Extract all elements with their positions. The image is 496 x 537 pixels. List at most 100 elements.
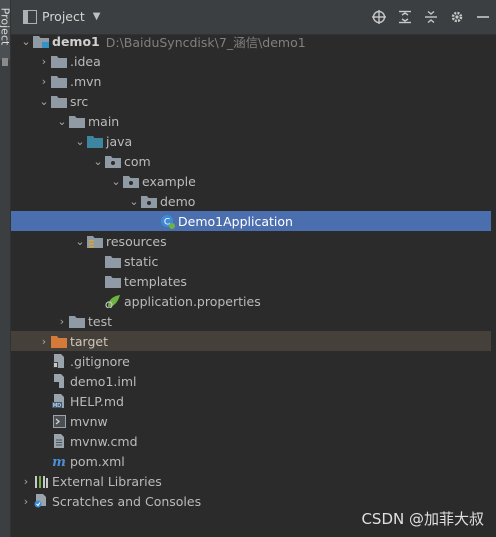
tree-item-label: pom.xml [70, 453, 125, 469]
chevron-down-icon[interactable]: ⌄ [127, 195, 141, 208]
tree-item-src[interactable]: ⌄ src [11, 91, 491, 111]
tree-item-label: demo1 [52, 33, 100, 49]
tree-item-label: main [88, 113, 120, 129]
chevron-right-icon[interactable]: › [37, 55, 51, 68]
spring-boot-class-icon: C [159, 214, 175, 229]
chevron-right-icon[interactable]: › [19, 495, 33, 508]
package-icon [105, 154, 121, 168]
project-panel-title: Project [42, 9, 85, 24]
tree-item-label: target [70, 333, 109, 349]
chevron-down-icon[interactable]: ⌄ [73, 235, 87, 248]
tree-item-label: example [142, 173, 196, 189]
watermark: CSDN @加菲大叔 [361, 510, 484, 528]
tree-item-application-properties[interactable]: application.properties [11, 291, 491, 311]
tree-item-demo1application[interactable]: C Demo1Application [11, 211, 491, 231]
scratches-icon [33, 494, 49, 508]
tree-item-target[interactable]: › target [11, 331, 491, 351]
folder-icon [51, 94, 67, 108]
tree-item-static[interactable]: static [11, 251, 491, 271]
tree-item-example[interactable]: ⌄ example [11, 171, 491, 191]
chevron-down-icon[interactable]: ⌄ [73, 135, 87, 148]
svg-text:MD: MD [53, 403, 61, 408]
tree-item-label: static [124, 253, 159, 269]
chevron-right-icon[interactable]: › [37, 335, 51, 348]
shell-script-icon [51, 414, 67, 428]
project-tool-tab[interactable]: Project [0, 0, 12, 60]
tree-item-label: Demo1Application [178, 213, 293, 229]
tree-item-demo[interactable]: ⌄ demo [11, 191, 491, 211]
project-view-selector[interactable]: Project ▼ [23, 9, 100, 24]
folder-icon [51, 54, 67, 68]
folder-icon [51, 74, 67, 88]
tree-item-demo1[interactable]: ⌄ demo1 D:\BaiduSyncdisk\7_涵信\demo1 [11, 31, 491, 51]
excluded-folder-icon [51, 334, 67, 348]
chevron-right-icon[interactable]: › [55, 315, 69, 328]
strip-marker [2, 58, 8, 66]
tree-item-java[interactable]: ⌄ java [11, 131, 491, 151]
resources-folder-icon [87, 234, 103, 248]
tree-item-label: templates [124, 273, 187, 289]
text-file-icon [51, 434, 67, 448]
tree-item-main[interactable]: ⌄ main [11, 111, 491, 131]
package-icon [123, 174, 139, 188]
module-folder-icon [33, 34, 49, 48]
hide-icon[interactable] [470, 8, 496, 26]
tree-item-label: HELP.md [70, 393, 124, 409]
folder-icon [105, 274, 121, 288]
chevron-down-icon[interactable]: ⌄ [91, 155, 105, 168]
folder-icon [69, 114, 85, 128]
tree-item-label: mvnw.cmd [70, 433, 138, 449]
header-toolbar [366, 8, 496, 26]
spring-properties-icon [105, 294, 121, 308]
expand-all-icon[interactable] [392, 8, 418, 26]
tree-item-mvnw[interactable]: mvnw [11, 411, 491, 431]
chevron-right-icon[interactable]: › [37, 75, 51, 88]
collapse-all-icon[interactable] [418, 8, 444, 26]
tree-item-com[interactable]: ⌄ com [11, 151, 491, 171]
tree-item-label: com [124, 153, 151, 169]
package-icon [141, 194, 157, 208]
tree-item-gitignore[interactable]: .gitignore [11, 351, 491, 371]
project-tool-tab-label: Project [0, 7, 12, 46]
project-panel-icon [23, 9, 37, 24]
library-icon [33, 474, 49, 488]
tree-item-templates[interactable]: templates [11, 271, 491, 291]
tree-item-test[interactable]: › test [11, 311, 491, 331]
folder-icon [105, 254, 121, 268]
markdown-file-icon: MD [51, 394, 67, 408]
chevron-down-icon[interactable]: ⌄ [55, 115, 69, 128]
tree-item-label: demo1.iml [70, 373, 137, 389]
gitignore-file-icon [51, 354, 67, 368]
project-path: D:\BaiduSyncdisk\7_涵信\demo1 [105, 34, 306, 50]
maven-icon: m [51, 454, 67, 468]
chevron-down-icon[interactable]: ⌄ [19, 35, 33, 48]
select-opened-file-icon[interactable] [366, 8, 392, 26]
tree-item-label: mvnw [70, 413, 108, 429]
tree-item-mvn[interactable]: › .mvn [11, 71, 491, 91]
tree-item-pom-xml[interactable]: m pom.xml [11, 451, 491, 471]
tree-item-resources[interactable]: ⌄ resources [11, 231, 491, 251]
chevron-down-icon[interactable]: ▼ [93, 11, 101, 22]
iml-file-icon [51, 374, 67, 388]
chevron-down-icon[interactable]: ⌄ [37, 95, 51, 108]
tree-item-label: java [106, 133, 133, 149]
tree-item-label: Scratches and Consoles [52, 493, 202, 509]
tree-item-external-libraries[interactable]: › External Libraries [11, 471, 491, 491]
tree-item-label: resources [106, 233, 167, 249]
chevron-right-icon[interactable]: › [19, 475, 33, 488]
tree-item-label: demo [160, 193, 196, 209]
tree-item-label: External Libraries [52, 473, 162, 489]
tree-item-mvnw-cmd[interactable]: mvnw.cmd [11, 431, 491, 451]
tree-item-label: .gitignore [70, 353, 130, 369]
tree-item-label: .idea [70, 53, 101, 69]
gear-icon[interactable] [444, 8, 470, 26]
tree-item-label: src [70, 93, 89, 109]
chevron-down-icon[interactable]: ⌄ [109, 175, 123, 188]
tree-item-demo1-iml[interactable]: demo1.iml [11, 371, 491, 391]
project-panel-header: Project ▼ [11, 0, 496, 35]
source-folder-icon [87, 134, 103, 148]
tree-item-label: test [88, 313, 113, 329]
tree-item-idea[interactable]: › .idea [11, 51, 491, 71]
tree-item-help-md[interactable]: MD HELP.md [11, 391, 491, 411]
tree-item-label: .mvn [70, 73, 102, 89]
